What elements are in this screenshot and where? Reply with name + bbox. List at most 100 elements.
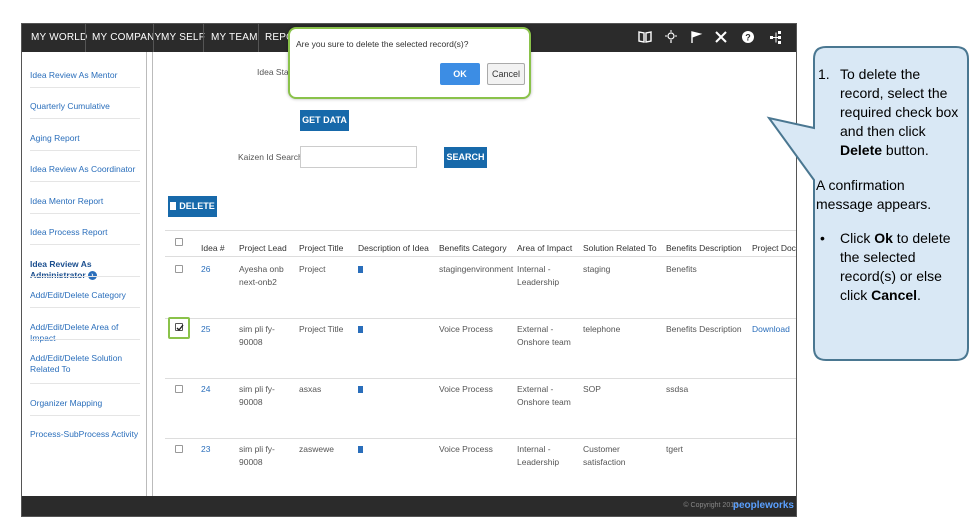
column-header-area-of-impact[interactable]: Area of Impact (517, 230, 572, 266)
bullet-bold-cancel: Cancel (871, 287, 918, 303)
bullet-bold-ok: Ok (874, 230, 893, 246)
sidebar-item-aging-report[interactable]: Aging Report (30, 133, 140, 144)
benefits-category-cell: Voice Process (439, 384, 493, 394)
document-icon[interactable] (358, 326, 363, 333)
benefits-category-cell: stagingenvironment (439, 264, 514, 274)
sidebar-divider (30, 339, 140, 340)
nav-divider (203, 24, 204, 52)
trash-icon (170, 202, 177, 210)
bullet-dot: • (820, 230, 825, 246)
sidebar-divider (30, 118, 140, 119)
sidebar-item-organizer-mapping[interactable]: Organizer Mapping (30, 398, 140, 409)
confirmation-note: A confirmation message appears. (816, 177, 932, 212)
idea-id-link[interactable]: 26 (201, 263, 210, 276)
download-link[interactable]: Download (752, 323, 790, 336)
flag-icon[interactable] (688, 30, 704, 46)
column-header-benefits-category[interactable]: Benefits Category (439, 230, 507, 266)
sidebar-item-process-subprocess[interactable]: Process-SubProcess Activity (30, 429, 140, 440)
area-of-impact-cell: Internal - Leadership (517, 444, 560, 467)
benefits-description-cell: tgert (666, 444, 684, 454)
dialog-message: Are you sure to delete the selected reco… (296, 39, 469, 49)
kaizen-id-input[interactable] (300, 146, 417, 168)
help-icon[interactable]: ? (740, 30, 756, 46)
sidebar-item-quarterly-cumulative[interactable]: Quarterly Cumulative (30, 101, 140, 112)
column-header-project-document[interactable]: Project Docu (752, 230, 796, 266)
document-icon[interactable] (358, 266, 363, 273)
column-header-description[interactable]: Description of Idea (358, 230, 429, 266)
document-icon[interactable] (358, 386, 363, 393)
project-lead-cell: sim pli fy-90008 (239, 444, 275, 467)
app-window: MY WORLD MY COMPANY MY SELF MY TEAM REPO… (21, 23, 797, 517)
sidebar-divider (30, 213, 140, 214)
sidebar-item-idea-review-administrator[interactable]: Idea Review As Administrator› (30, 259, 140, 281)
sidebar-item-idea-review-mentor[interactable]: Idea Review As Mentor (30, 70, 140, 81)
sidebar-border (146, 52, 147, 496)
column-header-solution-related[interactable]: Solution Related To (583, 230, 657, 266)
callout-text: 1. To delete the record, select the requ… (812, 65, 962, 305)
nav-my-company[interactable]: MY COMPANY (92, 24, 161, 52)
sidebar-divider (30, 307, 140, 308)
benefits-category-cell: Voice Process (439, 444, 493, 454)
search-button[interactable]: SEARCH (444, 147, 487, 168)
project-title-cell: zaswewe (299, 444, 334, 454)
project-lead-cell: sim pli fy-90008 (239, 384, 275, 407)
confirm-dialog: Are you sure to delete the selected reco… (288, 27, 531, 99)
column-header-project-title[interactable]: Project Title (299, 230, 343, 266)
idea-id-link[interactable]: 25 (201, 323, 210, 336)
get-data-button[interactable]: GET DATA (300, 110, 349, 131)
idea-id-link[interactable]: 23 (201, 443, 210, 456)
select-all-checkbox[interactable] (175, 238, 183, 246)
ok-button[interactable]: OK (440, 63, 480, 85)
book-icon[interactable] (637, 30, 653, 46)
nav-my-world[interactable]: MY WORLD (31, 24, 87, 52)
sidebar-item-category[interactable]: Add/Edit/Delete Category (30, 290, 140, 301)
row-checkbox[interactable] (175, 385, 183, 393)
sidebar-border (152, 52, 153, 496)
project-title-cell: asxas (299, 384, 322, 394)
sidebar-item-idea-mentor-report[interactable]: Idea Mentor Report (30, 196, 140, 207)
solution-cell: telephone (583, 324, 621, 334)
sidebar-divider (30, 383, 140, 384)
sitemap-icon[interactable] (768, 30, 784, 46)
nav-divider (153, 24, 154, 52)
sidebar-item-solution-related[interactable]: Add/Edit/Delete Solution Related To (30, 353, 140, 375)
benefits-description-cell: Benefits Description (666, 324, 742, 334)
nav-my-self[interactable]: MY SELF (161, 24, 205, 52)
solution-cell: SOP (583, 384, 601, 394)
bullet-text-end: . (917, 287, 921, 303)
row-checkbox[interactable] (175, 445, 183, 453)
tools-icon[interactable] (713, 30, 729, 46)
column-header-idea-number[interactable]: Idea # (201, 230, 225, 266)
area-of-impact-cell: Internal - Leadership (517, 264, 560, 287)
svg-text:?: ? (745, 33, 751, 43)
copyright-text: © Copyright 2017 (683, 502, 738, 509)
sidebar-divider (30, 87, 140, 88)
sidebar-item-idea-review-coordinator[interactable]: Idea Review As Coordinator (30, 164, 140, 175)
bullet-text: Click (840, 230, 875, 246)
table-header-border (165, 256, 796, 257)
sidebar-divider (30, 276, 140, 277)
lightbulb-icon[interactable] (663, 30, 679, 46)
instruction-step: 1. To delete the record, select the requ… (812, 65, 962, 160)
sidebar-item-idea-process-report[interactable]: Idea Process Report (30, 227, 140, 238)
column-header-project-lead[interactable]: Project Lead (239, 230, 287, 266)
delete-button[interactable]: DELETE (168, 196, 217, 217)
column-header-benefits-description[interactable]: Benefits Description (666, 230, 742, 266)
idea-id-link[interactable]: 24 (201, 383, 210, 396)
row-checkbox[interactable] (175, 265, 183, 273)
row-checkbox-checked[interactable] (175, 323, 184, 332)
project-title-cell: Project (299, 264, 326, 274)
sidebar-divider (30, 244, 140, 245)
benefits-description-cell: Benefits (666, 264, 697, 274)
sidebar-item-area-of-impact[interactable]: Add/Edit/Delete Area of Impact (30, 322, 140, 344)
table-row-border (165, 438, 796, 439)
instruction-bullet: • Click Ok to delete the selected record… (812, 229, 962, 305)
sidebar-divider (30, 150, 140, 151)
document-icon[interactable] (358, 446, 363, 453)
step-text: To delete the record, select the require… (840, 66, 959, 139)
brand-logo: peopleworks (732, 500, 794, 511)
nav-my-team[interactable]: MY TEAM (211, 24, 258, 52)
benefits-category-cell: Voice Process (439, 324, 493, 334)
table-row-border (165, 318, 796, 319)
cancel-button[interactable]: Cancel (487, 63, 525, 85)
